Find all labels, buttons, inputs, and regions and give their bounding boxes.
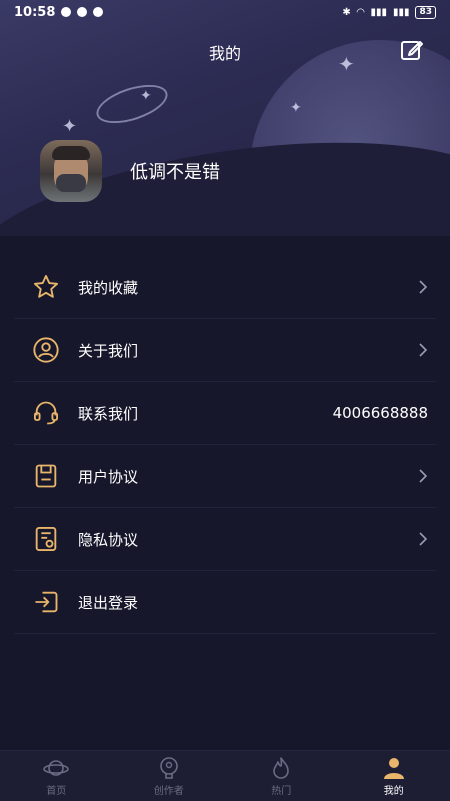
menu-item-privacy[interactable]: 隐私协议	[14, 508, 436, 571]
shield-icon	[77, 7, 88, 17]
star-decoration: ✦	[140, 88, 152, 104]
tab-label: 我的	[383, 785, 404, 797]
menu-item-label: 我的收藏	[78, 278, 139, 297]
wifi-icon: ◠	[356, 6, 365, 18]
signal-icon: ▮▮▮	[370, 6, 387, 18]
tab-label: 首页	[46, 785, 67, 797]
tab-creators[interactable]: 创作者	[113, 756, 225, 797]
tab-mine[interactable]: 我的	[338, 756, 450, 797]
bottom-tab-bar: 首页 创作者 热门 我的	[0, 750, 450, 801]
person-icon	[383, 757, 404, 779]
bluetooth-icon: ✱	[342, 6, 351, 18]
avatar[interactable]	[40, 140, 102, 202]
headset-icon	[33, 401, 59, 425]
notification-icon	[61, 7, 72, 17]
message-icon	[93, 7, 104, 17]
star-icon	[33, 274, 59, 298]
bulb-icon	[159, 756, 178, 779]
tab-hot[interactable]: 热门	[225, 756, 337, 797]
avatar-hair	[52, 146, 90, 160]
username: 低调不是错	[130, 162, 220, 183]
page-title: 我的	[208, 44, 241, 63]
status-bar: 10:58 ✱ ◠ ▮▮▮ ▮▮▮ 83	[0, 0, 450, 24]
contact-phone[interactable]: 4006668888	[333, 404, 428, 422]
menu-item-label: 退出登录	[78, 593, 139, 612]
menu-item-label: 关于我们	[78, 341, 139, 360]
tab-label: 创作者	[153, 785, 184, 797]
signal-icon: ▮▮▮	[392, 6, 410, 18]
menu-item-about[interactable]: 关于我们	[14, 319, 436, 382]
status-time: 10:58	[14, 4, 56, 20]
battery-indicator: 83	[415, 5, 436, 19]
chevron-right-icon	[419, 343, 428, 357]
menu-item-contact[interactable]: 联系我们 4006668888	[14, 382, 436, 445]
tab-label: 热门	[271, 785, 292, 797]
ring-decoration	[91, 77, 173, 131]
chevron-right-icon	[419, 532, 428, 546]
fire-icon	[273, 756, 290, 779]
menu-item-user-agreement[interactable]: 用户协议	[14, 445, 436, 508]
menu-item-favorites[interactable]: 我的收藏	[14, 256, 436, 319]
menu-item-label: 用户协议	[78, 467, 139, 486]
chevron-right-icon	[419, 469, 428, 483]
menu-list: 我的收藏 关于我们 联系我们 4006668888 用户协议 隐私协议 退出登录	[14, 256, 436, 634]
logout-icon	[35, 591, 58, 613]
user-circle-icon	[33, 337, 59, 363]
menu-item-label: 隐私协议	[78, 530, 139, 549]
chevron-right-icon	[419, 280, 428, 294]
tab-home[interactable]: 首页	[0, 756, 112, 797]
planet-icon	[43, 759, 70, 776]
avatar-mask	[56, 174, 86, 192]
document-icon	[35, 464, 57, 488]
menu-item-logout[interactable]: 退出登录	[14, 571, 436, 634]
star-decoration: ✦	[290, 100, 302, 116]
privacy-doc-icon	[35, 526, 57, 552]
edit-icon[interactable]	[400, 38, 424, 62]
menu-item-label: 联系我们	[78, 404, 139, 423]
star-decoration: ✦	[62, 116, 78, 137]
